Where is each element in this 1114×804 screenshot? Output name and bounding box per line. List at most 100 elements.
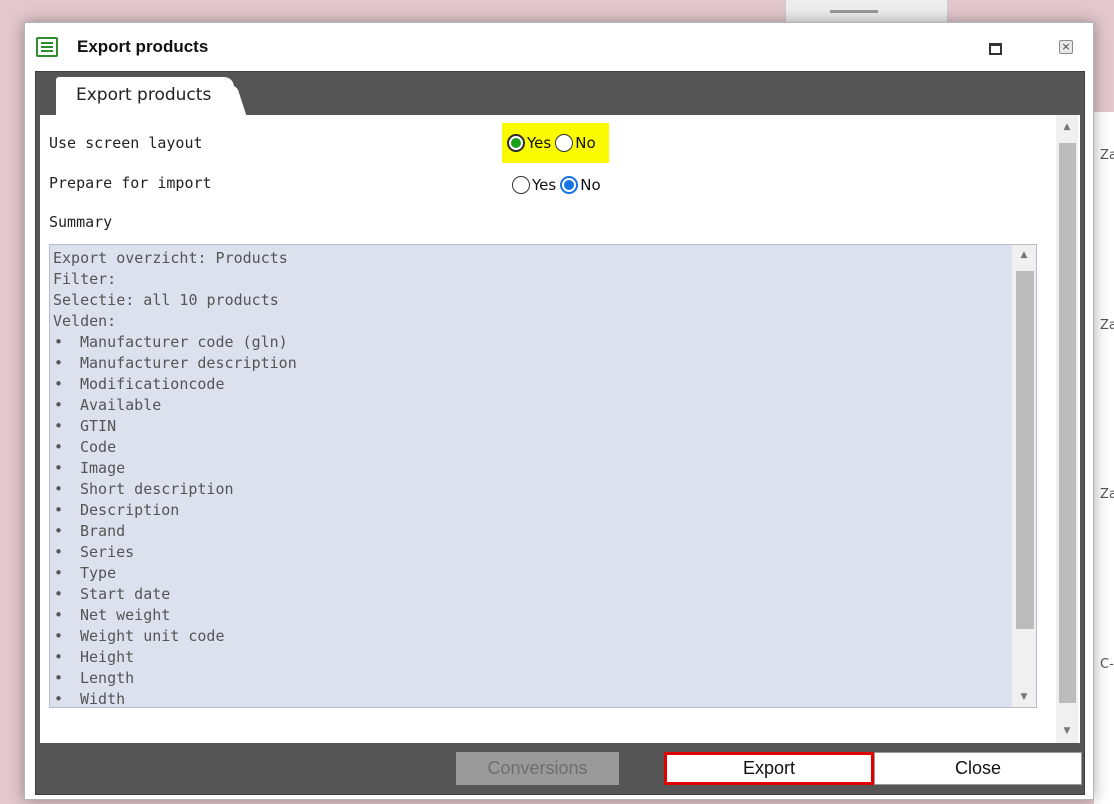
prepare-for-import-yes-label[interactable]: Yes	[532, 176, 556, 194]
use-screen-layout-radio-group: Yes No	[502, 123, 609, 163]
summary-field-list: • Manufacturer code (gln) • Manufacturer de…	[53, 332, 1013, 708]
background-text-fragment: C-	[1100, 657, 1114, 672]
summary-textarea[interactable]: Export overzicht: Products Filter: Selec…	[49, 244, 1037, 708]
prepare-for-import-no-radio[interactable]	[560, 176, 579, 194]
summary-field-name: Net weight	[80, 606, 171, 624]
scroll-down-arrow-icon[interactable]: ▼	[1012, 689, 1036, 705]
summary-field-item: • Weight unit code	[53, 626, 1013, 647]
summary-field-item: • Manufacturer code (gln)	[53, 332, 1013, 353]
bullet-icon: •	[54, 627, 64, 645]
background-text-fragment: Za	[1100, 148, 1114, 163]
content-scrollbar-thumb[interactable]	[1059, 143, 1076, 703]
summary-field-item: • Manufacturer description	[53, 353, 1013, 374]
summary-scrollbar-thumb[interactable]	[1016, 271, 1034, 629]
scroll-down-arrow-icon[interactable]: ▼	[1056, 723, 1078, 739]
bullet-icon: •	[54, 585, 64, 603]
tab-label: Export products	[76, 85, 212, 105]
summary-field-item: • Type	[53, 563, 1013, 584]
summary-field-item: • GTIN	[53, 416, 1013, 437]
bullet-icon: •	[54, 501, 64, 519]
bullet-icon: •	[54, 396, 64, 414]
form-icon	[36, 37, 58, 57]
bullet-icon: •	[54, 417, 64, 435]
dialog-title: Export products	[77, 37, 209, 56]
summary-field-name: Height	[80, 648, 135, 666]
bullet-icon: •	[54, 669, 64, 687]
summary-line: Velden:	[53, 312, 117, 330]
bullet-icon: •	[54, 564, 64, 582]
summary-field-item: • Series	[53, 542, 1013, 563]
bullet-icon: •	[54, 648, 64, 666]
summary-field-name: Description	[80, 501, 180, 519]
dialog-body-frame: Export products Use screen layout Yes No…	[35, 71, 1085, 795]
summary-field-item: • Image	[53, 458, 1013, 479]
bullet-icon: •	[54, 522, 64, 540]
summary-field-name: GTIN	[80, 417, 117, 435]
summary-field-name: Manufacturer code (gln)	[80, 333, 288, 351]
use-screen-layout-yes-label[interactable]: Yes	[527, 134, 551, 152]
bullet-icon: •	[54, 459, 64, 477]
summary-line: Export overzicht: Products	[53, 249, 288, 267]
conversions-button[interactable]: Conversions	[456, 752, 619, 785]
content-scrollbar[interactable]: ▲ ▼	[1056, 115, 1078, 743]
summary-field-name: Type	[80, 564, 117, 582]
summary-field-item: • Brand	[53, 521, 1013, 542]
summary-field-item: • Net weight	[53, 605, 1013, 626]
tab-content: Use screen layout Yes No Prepare for imp…	[40, 115, 1080, 743]
dialog-titlebar[interactable]: Export products ×	[25, 23, 1093, 71]
export-products-dialog: Export products × Export products Use sc…	[24, 22, 1094, 800]
bullet-icon: •	[54, 480, 64, 498]
scroll-up-arrow-icon[interactable]: ▲	[1056, 119, 1078, 135]
bullet-icon: •	[54, 333, 64, 351]
summary-line: Selectie: all 10 products	[53, 291, 279, 309]
summary-scrollbar[interactable]: ▲ ▼	[1012, 245, 1036, 707]
bullet-icon: •	[54, 354, 64, 372]
background-text-fragment: Za	[1100, 487, 1114, 502]
maximize-icon[interactable]	[987, 40, 1002, 55]
summary-field-item: • Width	[53, 689, 1013, 708]
use-screen-layout-no-radio[interactable]	[555, 134, 574, 152]
background-page-edge: Za Za Za C-	[1094, 112, 1114, 804]
summary-field-name: Manufacturer description	[80, 354, 297, 372]
bullet-icon: •	[54, 690, 64, 708]
use-screen-layout-label: Use screen layout	[49, 134, 203, 152]
prepare-for-import-radio-group: Yes No	[512, 173, 605, 197]
summary-field-name: Image	[80, 459, 126, 477]
summary-field-item: • Code	[53, 437, 1013, 458]
prepare-for-import-yes-radio[interactable]	[512, 176, 530, 194]
scroll-up-arrow-icon[interactable]: ▲	[1012, 247, 1036, 263]
summary-field-item: • Short description	[53, 479, 1013, 500]
use-screen-layout-yes-radio[interactable]	[507, 134, 525, 152]
bullet-icon: •	[54, 438, 64, 456]
summary-field-name: Code	[80, 438, 117, 456]
summary-field-item: • Modificationcode	[53, 374, 1013, 395]
summary-field-item: • Start date	[53, 584, 1013, 605]
close-button[interactable]: Close	[874, 752, 1082, 785]
summary-field-name: Available	[80, 396, 162, 414]
summary-field-name: Length	[80, 669, 135, 687]
background-text-fragment: Za	[1100, 318, 1114, 333]
bullet-icon: •	[54, 375, 64, 393]
summary-field-name: Short description	[80, 480, 234, 498]
summary-field-name: Width	[80, 690, 126, 708]
summary-field-name: Brand	[80, 522, 126, 540]
background-toolbar-mark	[830, 10, 878, 13]
prepare-for-import-no-label[interactable]: No	[580, 176, 600, 194]
summary-field-item: • Height	[53, 647, 1013, 668]
summary-content: Export overzicht: Products Filter: Selec…	[53, 248, 1013, 708]
summary-field-item: • Length	[53, 668, 1013, 689]
use-screen-layout-no-label[interactable]: No	[575, 134, 595, 152]
export-button[interactable]: Export	[664, 752, 874, 785]
summary-field-name: Weight unit code	[80, 627, 225, 645]
summary-field-name: Series	[80, 543, 135, 561]
summary-label: Summary	[49, 213, 113, 231]
bullet-icon: •	[54, 606, 64, 624]
background-toolbar-fragment	[785, 0, 948, 22]
close-window-icon[interactable]: ×	[1059, 40, 1073, 54]
summary-field-item: • Description	[53, 500, 1013, 521]
summary-field-name: Start date	[80, 585, 171, 603]
prepare-for-import-label: Prepare for import	[49, 174, 212, 192]
tab-export-products[interactable]: Export products	[56, 77, 234, 119]
summary-line: Filter:	[53, 270, 117, 288]
summary-field-name: Modificationcode	[80, 375, 225, 393]
